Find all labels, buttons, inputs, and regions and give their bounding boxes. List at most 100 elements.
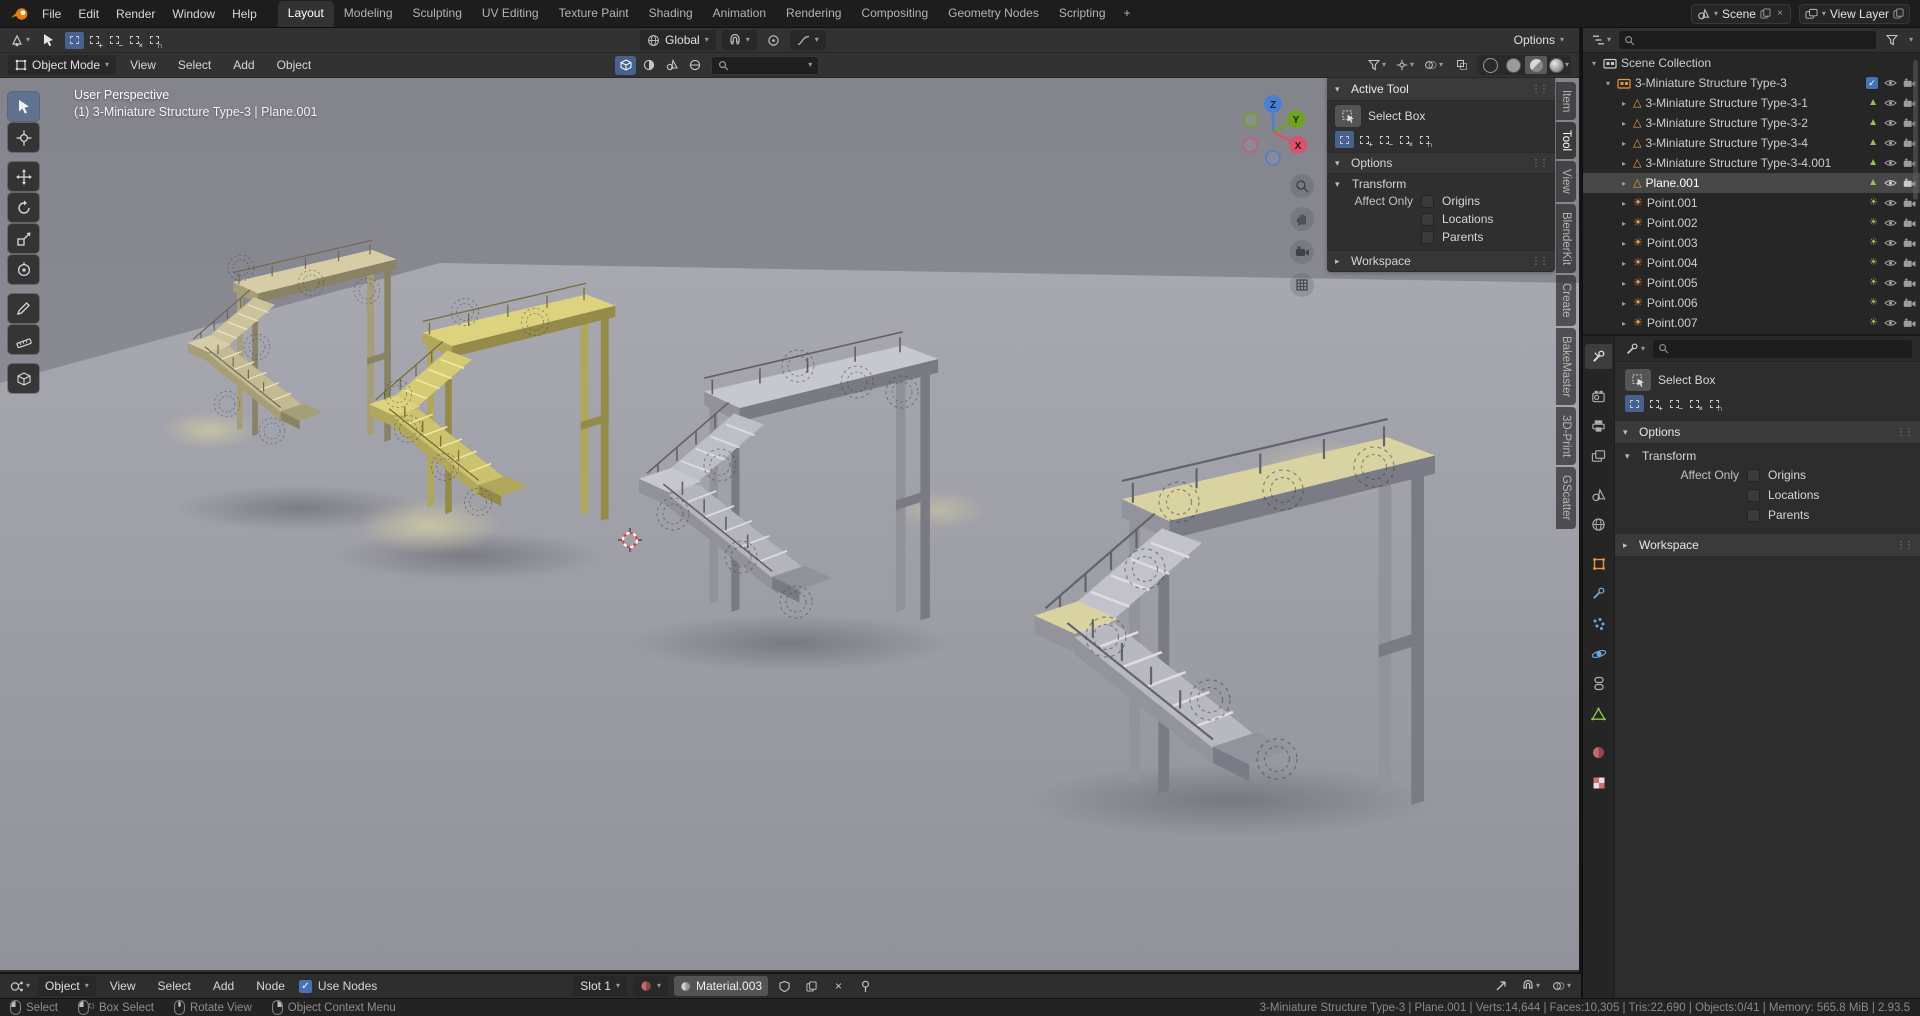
blenderkit-search-dropdown[interactable]: ▾ xyxy=(711,55,820,75)
workspace-tab-texture-paint[interactable]: Texture Paint xyxy=(549,1,639,27)
hide-eye-icon[interactable] xyxy=(1884,158,1897,168)
scene-selector[interactable]: ▾ Scene × xyxy=(1690,3,1791,24)
expand-arrow[interactable]: ▾ xyxy=(1603,79,1613,88)
origins-checkbox[interactable] xyxy=(1421,194,1434,208)
xray-toggle-button[interactable] xyxy=(1451,56,1472,75)
sidebar-tab-blenderkit[interactable]: BlenderKit xyxy=(1556,204,1576,274)
blender-logo-icon[interactable] xyxy=(10,6,29,22)
properties-tab-modifiers[interactable] xyxy=(1585,581,1612,606)
proportional-editing-button[interactable] xyxy=(763,31,784,50)
hide-eye-icon[interactable] xyxy=(1884,258,1897,268)
outliner-row-light[interactable]: ▸ ☀ Point.007 ☀ xyxy=(1583,313,1920,333)
select-mode-set-button[interactable] xyxy=(1625,395,1644,412)
outliner-row-object[interactable]: ▸ △ 3-Miniature Structure Type-3-1 ▲ xyxy=(1583,93,1920,113)
outliner-search-field[interactable] xyxy=(1619,31,1876,49)
origins-checkbox[interactable] xyxy=(1747,468,1760,482)
viewport-menu-object[interactable]: Object xyxy=(269,55,320,75)
properties-tab-object-data[interactable] xyxy=(1585,701,1612,726)
viewport-menu-select[interactable]: Select xyxy=(170,55,219,75)
mode-dropdown[interactable]: Object Mode ▾ xyxy=(8,55,117,75)
pin-button[interactable] xyxy=(855,977,876,996)
new-view-layer-icon[interactable] xyxy=(1893,8,1904,19)
tool-scale[interactable] xyxy=(8,224,39,253)
material-slot-dropdown[interactable]: Slot 1 ▾ xyxy=(573,976,627,996)
blenderkit-material-button[interactable] xyxy=(638,56,659,75)
outliner-row-light[interactable]: ▸ ☀ Point.005 ☀ xyxy=(1583,273,1920,293)
viewport-menu-view[interactable]: View xyxy=(122,55,164,75)
properties-tab-output[interactable] xyxy=(1585,413,1612,438)
tool-cursor[interactable] xyxy=(8,123,39,152)
object-type-visibility-dropdown[interactable]: ▾ xyxy=(1366,56,1388,75)
select-mode-intersect-button[interactable]: ∩ xyxy=(1705,395,1724,413)
options-panel-header[interactable]: ▾ Options ⋮⋮ xyxy=(1327,152,1555,174)
sidebar-tab-bakemaster[interactable]: BakeMaster xyxy=(1556,327,1576,406)
workspace-tab-compositing[interactable]: Compositing xyxy=(851,1,938,27)
sidebar-tab-tool[interactable]: Tool xyxy=(1556,122,1576,160)
overlays-dropdown[interactable]: ▾ xyxy=(1550,977,1573,996)
hide-eye-icon[interactable] xyxy=(1884,238,1897,248)
shader-menu-node[interactable]: Node xyxy=(248,976,293,996)
select-mode-invert-button[interactable]: × xyxy=(125,32,144,50)
properties-tab-particles[interactable] xyxy=(1585,611,1612,636)
select-mode-set-button[interactable] xyxy=(1335,131,1354,148)
material-name-field[interactable]: Material.003 xyxy=(674,976,769,996)
parents-checkbox[interactable] xyxy=(1747,508,1760,522)
expand-arrow[interactable]: ▸ xyxy=(1619,319,1629,328)
zoom-icon[interactable] xyxy=(1290,174,1314,198)
shader-menu-select[interactable]: Select xyxy=(150,976,199,996)
expand-arrow[interactable]: ▸ xyxy=(1619,279,1629,288)
workspace-tab-shading[interactable]: Shading xyxy=(639,1,703,27)
hide-eye-icon[interactable] xyxy=(1884,278,1897,288)
scene-name[interactable]: Scene xyxy=(1722,7,1756,21)
workspace-tab-layout[interactable]: Layout xyxy=(277,1,334,27)
workspace-tab-rendering[interactable]: Rendering xyxy=(776,1,851,27)
hide-eye-icon[interactable] xyxy=(1884,138,1897,148)
shader-type-dropdown[interactable]: Object ▾ xyxy=(38,976,96,996)
menu-file[interactable]: File xyxy=(34,4,69,24)
transform-subpanel-header[interactable]: ▾ Transform xyxy=(1615,444,1920,465)
expand-arrow[interactable]: ▸ xyxy=(1619,199,1629,208)
camera-view-icon[interactable] xyxy=(1290,240,1314,264)
shader-menu-add[interactable]: Add xyxy=(205,976,242,996)
scene-browse-chevron[interactable]: ▾ xyxy=(1714,9,1718,18)
add-workspace-button[interactable]: + xyxy=(1116,1,1139,27)
workspace-tab-geometry-nodes[interactable]: Geometry Nodes xyxy=(938,1,1049,27)
render-visibility-camera-icon[interactable] xyxy=(1903,318,1916,328)
expand-arrow[interactable]: ▸ xyxy=(1619,259,1629,268)
use-nodes-checkbox[interactable]: ✓ xyxy=(298,979,312,993)
transform-subpanel-header[interactable]: ▾ Transform xyxy=(1327,174,1555,192)
menu-edit[interactable]: Edit xyxy=(70,4,107,24)
snap-dropdown[interactable]: ▾ xyxy=(1520,977,1542,996)
fake-user-shield-button[interactable] xyxy=(774,977,795,996)
expand-arrow[interactable]: ▸ xyxy=(1619,299,1629,308)
viewport-menu-add[interactable]: Add xyxy=(225,55,262,75)
snapping-dropdown[interactable]: ▾ xyxy=(721,30,757,50)
workspace-tab-scripting[interactable]: Scripting xyxy=(1049,1,1116,27)
view-layer-browse-chevron[interactable]: ▾ xyxy=(1822,9,1826,18)
expand-arrow[interactable]: ▾ xyxy=(1589,59,1599,68)
tool-annotate[interactable] xyxy=(8,294,39,323)
active-tool-row[interactable]: Select Box xyxy=(1615,362,1920,393)
outliner-options-chevron[interactable]: ▾ xyxy=(1909,36,1913,44)
render-visibility-camera-icon[interactable] xyxy=(1903,258,1916,268)
hide-eye-icon[interactable] xyxy=(1884,98,1897,108)
options-dropdown[interactable]: Options ▾ xyxy=(1507,30,1571,50)
render-visibility-camera-icon[interactable] xyxy=(1903,298,1916,308)
locations-checkbox[interactable] xyxy=(1421,212,1434,226)
gizmos-dropdown[interactable]: ▾ xyxy=(1394,56,1416,75)
select-mode-invert-button[interactable]: × xyxy=(1685,395,1704,413)
expand-arrow[interactable]: ▸ xyxy=(1619,119,1629,128)
expand-arrow[interactable]: ▸ xyxy=(1619,99,1629,108)
active-tool-row[interactable]: Select Box xyxy=(1327,101,1555,131)
select-mode-extend-button[interactable]: + xyxy=(85,32,104,50)
menu-render[interactable]: Render xyxy=(108,4,163,24)
tool-transform[interactable] xyxy=(8,255,39,284)
tool-move[interactable] xyxy=(8,162,39,191)
hide-eye-icon[interactable] xyxy=(1884,118,1897,128)
properties-tab-tool[interactable] xyxy=(1585,344,1612,369)
select-mode-invert-button[interactable]: × xyxy=(1395,131,1414,149)
select-mode-extend-button[interactable]: + xyxy=(1355,131,1374,149)
outliner-row-object[interactable]: ▸ △ 3-Miniature Structure Type-3-4.001 ▲ xyxy=(1583,153,1920,173)
workspace-tab-uv-editing[interactable]: UV Editing xyxy=(472,1,549,27)
blenderkit-scene-button[interactable] xyxy=(661,56,682,75)
